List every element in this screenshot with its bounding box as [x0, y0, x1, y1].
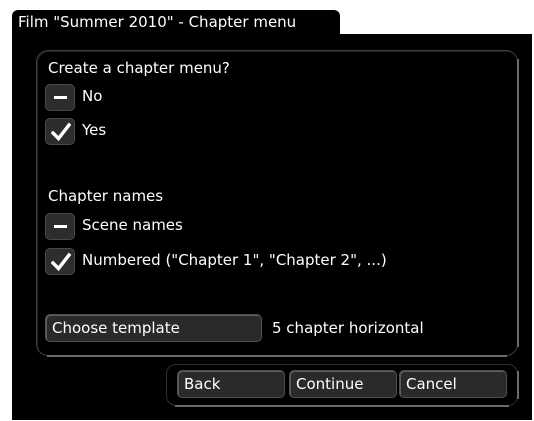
yes-option-label[interactable]: Yes [82, 121, 106, 139]
back-button[interactable]: Back [177, 370, 285, 398]
dialog-panel: Create a chapter menu? No Yes Chapter na… [12, 34, 532, 420]
scene-names-option-label[interactable]: Scene names [82, 216, 183, 234]
cancel-button[interactable]: Cancel [399, 370, 507, 398]
footer-bottom-edge [175, 405, 509, 407]
dash-icon [54, 96, 67, 99]
checkmark-icon [51, 252, 71, 272]
scene-names-checkbox[interactable] [45, 213, 75, 240]
no-option-label[interactable]: No [82, 87, 102, 105]
checkmark-icon [51, 122, 71, 142]
numbered-checkbox[interactable] [45, 248, 75, 275]
dash-icon [54, 225, 67, 228]
continue-button[interactable]: Continue [289, 370, 397, 398]
no-checkbox[interactable] [45, 84, 75, 111]
choose-template-button[interactable]: Choose template [45, 314, 262, 342]
numbered-option-label[interactable]: Numbered ("Chapter 1", "Chapter 2", ...) [82, 251, 387, 269]
window-title: Film "Summer 2010" - Chapter menu [18, 13, 297, 31]
template-value: 5 chapter horizontal [272, 319, 424, 337]
window-title-tab: Film "Summer 2010" - Chapter menu [12, 10, 340, 34]
chapter-names-heading: Chapter names [48, 187, 164, 205]
yes-checkbox[interactable] [45, 118, 75, 145]
group-bottom-edge [47, 355, 507, 357]
footer-right-edge [517, 371, 519, 399]
create-menu-heading: Create a chapter menu? [48, 59, 230, 77]
group-right-edge [517, 59, 519, 347]
